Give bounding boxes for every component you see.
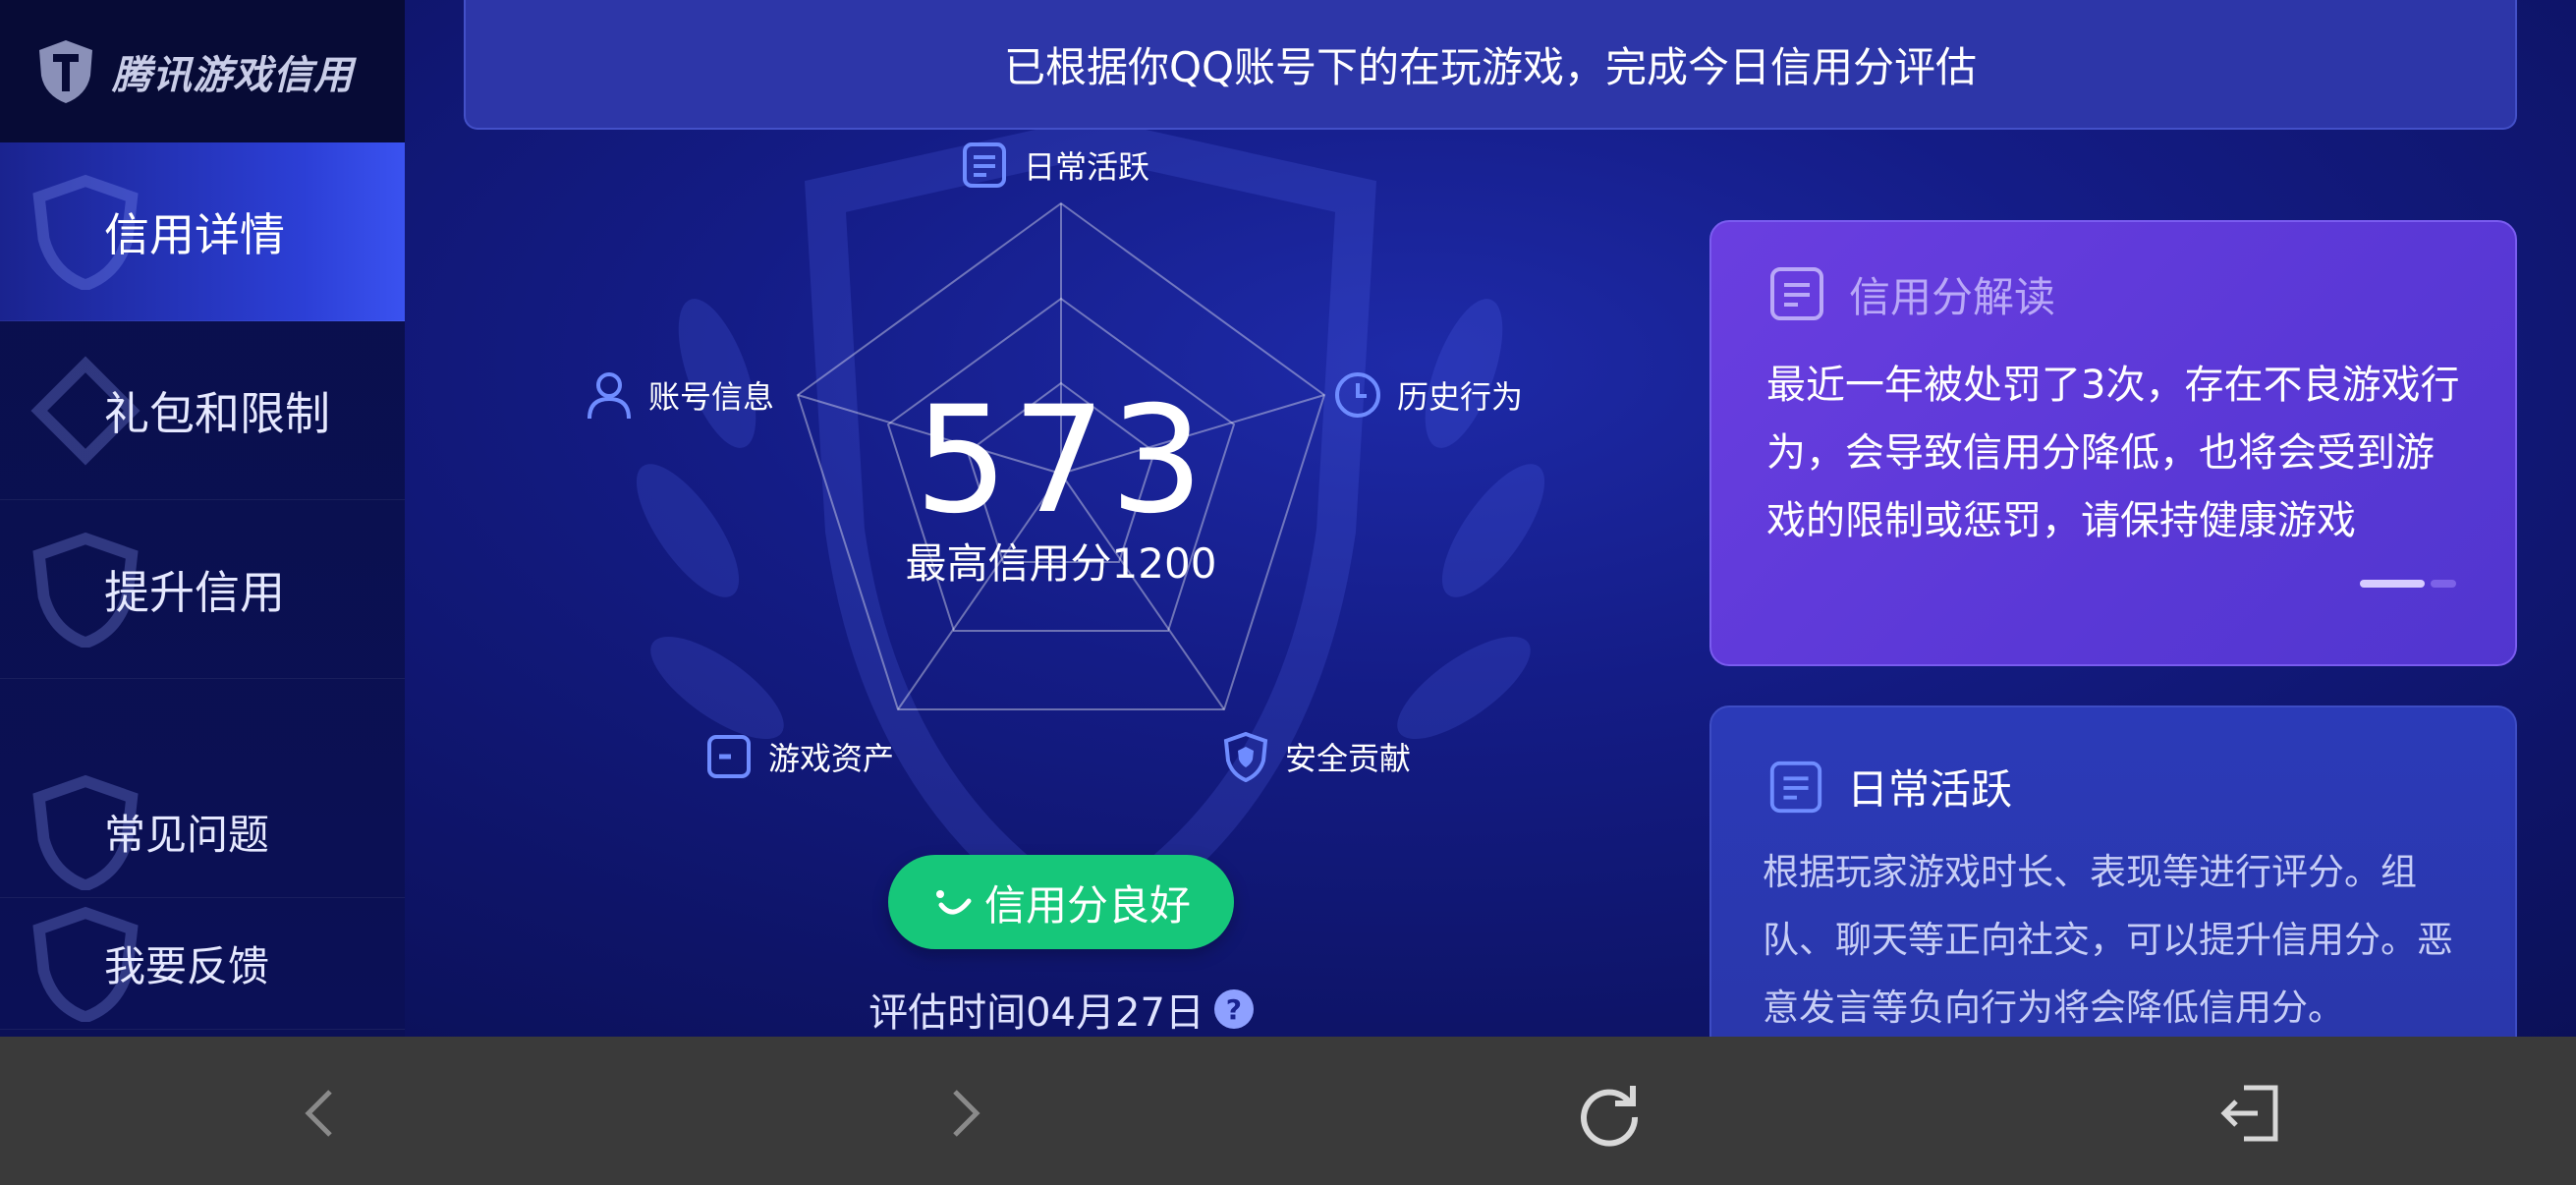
sidebar-item-feedback[interactable]: 我要反馈 [0,898,405,1030]
credit-status-button[interactable]: 信用分良好 [888,855,1234,949]
shield-icon [1223,731,1268,782]
indicator-active [2360,580,2425,588]
card-body: 最近一年被处罚了3次，存在不良游戏行为，会导致信用分降低，也将会受到游戏的限制或… [1766,363,2460,543]
evaluation-banner: 已根据你QQ账号下的在玩游戏，完成今日信用分评估 [464,0,2517,130]
document-icon [963,142,1006,188]
exit-icon [2220,1085,2278,1142]
sidebar: 腾讯游戏信用 信用详情 礼包和限制 提升信用 常见问题 我要反馈 [0,0,405,1037]
logo-text: 腾讯游戏信用 [112,52,354,98]
sidebar-item-faq[interactable]: 常见问题 [0,766,405,898]
back-button[interactable] [273,1064,371,1162]
shield-logo-icon [39,39,92,103]
credit-radar: 日常活跃 历史行为 安全贡献 游戏资产 账号信息 573 最高信用分1200 信… [464,130,1643,1037]
sidebar-item-gifts-limits[interactable]: 礼包和限制 [0,321,405,500]
indicator-inactive [2431,580,2456,588]
document-icon [1770,267,1823,320]
radar-label-assets[interactable]: 游戏资产 [703,731,894,782]
wallet-icon [707,735,751,778]
browser-bottom-bar [0,1037,2576,1185]
sidebar-item-credit-details[interactable]: 信用详情 [0,142,405,321]
max-score-label: 最高信用分1200 [905,539,1217,588]
daily-activity-card: 日常活跃 根据玩家游戏时长、表现等进行评分。组队、聊天等正向社交，可以提升信用分… [1709,705,2517,1037]
evaluation-time: 评估时间04月27日 ? [464,981,1658,1037]
exit-button[interactable] [2201,1064,2299,1162]
sidebar-item-improve-credit[interactable]: 提升信用 [0,500,405,679]
radar-label-daily[interactable]: 日常活跃 [959,140,1149,191]
refresh-button[interactable] [1560,1064,1658,1162]
app-logo: 腾讯游戏信用 [0,0,405,142]
refresh-icon [1581,1086,1639,1147]
smile-icon [935,890,972,915]
card-title: 信用分解读 [1849,272,2056,321]
carousel-indicator [2354,580,2456,588]
credit-score: 573 [914,375,1208,546]
forward-icon [953,1090,980,1137]
document-icon [1769,761,1822,813]
credit-interpretation-card: 信用分解读 最近一年被处罚了3次，存在不良游戏行为，会导致信用分降低，也将会受到… [1709,220,2517,666]
card-body: 根据玩家游戏时长、表现等进行评分。组队、聊天等正向社交，可以提升信用分。恶意发言… [1763,851,2453,1029]
radar-label-security[interactable]: 安全贡献 [1220,731,1411,782]
forward-button[interactable] [914,1064,1012,1162]
card-title: 日常活跃 [1847,765,2013,814]
help-icon[interactable]: ? [1213,989,1254,1029]
app-screen: 腾讯游戏信用 信用详情 礼包和限制 提升信用 常见问题 我要反馈 已根据你QQ账… [0,0,2576,1037]
back-icon [305,1090,332,1137]
